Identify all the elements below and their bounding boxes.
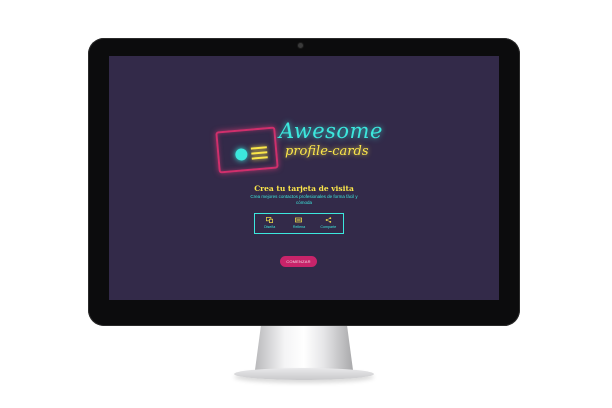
- page-title: Crea tu tarjeta de visita: [254, 184, 354, 193]
- text-lines-icon: [250, 146, 268, 162]
- features-box: Diseña Rellena Comparte: [254, 213, 344, 234]
- layout-icon: [266, 217, 274, 223]
- logo-word-awesome: Awesome: [279, 119, 383, 143]
- feature-fill-label: Rellena: [292, 225, 306, 229]
- feature-design-label: Diseña: [264, 225, 276, 229]
- avatar-dot-icon: [234, 148, 248, 162]
- feature-share: Comparte: [314, 214, 343, 233]
- feature-fill: Rellena: [284, 214, 313, 233]
- keyboard-icon: [295, 217, 303, 223]
- start-button[interactable]: COMENZAR: [280, 256, 317, 267]
- profile-card-icon: [215, 126, 279, 174]
- webcam-icon: [298, 43, 303, 48]
- monitor-base: [234, 368, 374, 380]
- feature-share-label: Comparte: [320, 225, 337, 229]
- screen: Awesome profile-cards Crea tu tarjeta de…: [109, 56, 499, 300]
- monitor-stand: [255, 326, 353, 370]
- logo-word-profile-cards: profile-cards: [285, 144, 369, 159]
- feature-design: Diseña: [255, 214, 284, 233]
- page-subtitle: Crea mejores contactos profesionales de …: [250, 194, 358, 205]
- share-icon: [325, 217, 332, 223]
- app-logo: Awesome profile-cards: [213, 119, 383, 174]
